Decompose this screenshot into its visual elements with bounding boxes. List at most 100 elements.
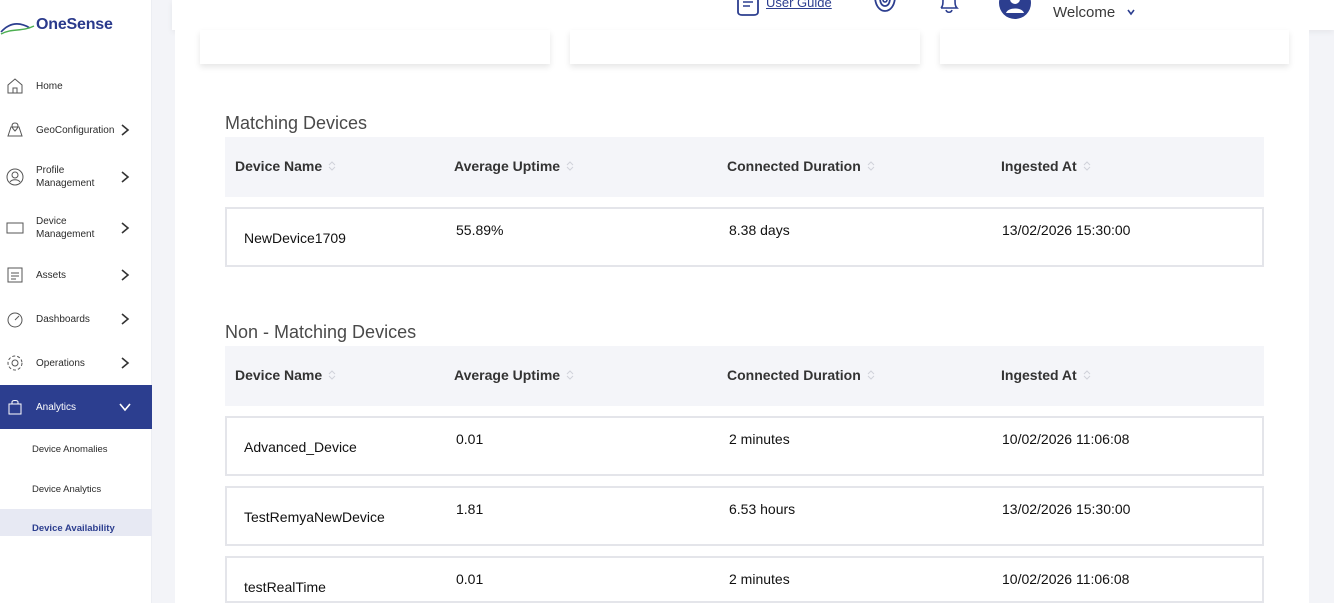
chevron-right-icon [121,222,130,234]
signal-icon[interactable] [872,0,898,14]
sidebar-item-device-management[interactable]: Device Management [0,208,152,248]
sidebar-subitem-device-anomalies[interactable]: Device Anomalies [0,436,152,462]
column-header-connected-duration[interactable]: Connected Duration [727,158,875,174]
cell-average-uptime: 55.89% [456,222,504,238]
table-row[interactable]: testRealTime 0.01 2 minutes 10/02/2026 1… [225,556,1264,603]
sidebar-subitem-label: Device Availability [32,523,115,534]
sidebar-subitem-device-analytics[interactable]: Device Analytics [0,476,152,502]
sort-icon [1083,161,1091,171]
user-guide-link[interactable]: User Guide [766,0,832,10]
column-header-ingested-at[interactable]: Ingested At [1001,367,1091,383]
matching-devices-title: Matching Devices [225,113,368,133]
table-row[interactable]: TestRemyaNewDevice 1.81 6.53 hours 13/02… [225,486,1264,546]
cell-device-name: testRealTime [244,579,326,595]
sort-icon [566,370,574,380]
user-circle-icon [6,168,24,186]
cell-ingested-at: 13/02/2026 15:30:00 [1002,501,1131,517]
sidebar-item-label: Profile Management [36,165,95,189]
cell-device-name: NewDevice1709 [244,230,346,246]
sidebar-item-geoconfiguration[interactable]: GeoConfiguration [0,110,152,150]
sidebar-item-dashboards[interactable]: Dashboards [0,299,152,339]
sidebar-item-label: Operations [36,357,85,369]
cell-ingested-at: 13/02/2026 15:30:00 [1002,222,1131,238]
cell-ingested-at: 10/02/2026 11:06:08 [1002,571,1130,587]
column-header-label: Connected Duration [727,367,861,383]
summary-card [200,30,550,64]
device-icon [6,222,24,234]
sort-icon [867,370,875,380]
column-header-label: Average Uptime [454,367,561,383]
main-content: Matching Devices Device Name Average Upt… [175,30,1309,603]
bag-icon [8,400,22,415]
cell-average-uptime: 1.81 [456,501,484,517]
sidebar-item-label: Analytics [36,401,77,413]
sidebar-item-label: Home [36,80,63,92]
cell-connected-duration: 8.38 days [729,222,790,238]
sidebar-subitem-label: Device Analytics [32,483,102,495]
chevron-right-icon [121,357,130,369]
gear-icon [7,355,23,371]
non-matching-devices-title: Non - Matching Devices [225,322,417,342]
column-header-label: Connected Duration [727,158,861,174]
chevron-right-icon [121,171,130,183]
sidebar-subitem-label: Device Anomalies [32,443,108,455]
matching-table-header: Device Name Average Uptime Connected Dur… [225,137,1264,197]
sidebar-item-profile-management[interactable]: Profile Management [0,157,152,197]
sidebar-item-operations[interactable]: Operations [0,343,152,383]
sort-icon [328,370,336,380]
column-header-average-uptime[interactable]: Average Uptime [454,158,574,174]
chevron-down-icon[interactable] [1126,7,1136,17]
summary-card [570,30,920,64]
cell-connected-duration: 2 minutes [729,431,790,447]
sidebar-subitem-device-availability[interactable]: Device Availability [0,509,152,536]
column-header-ingested-at[interactable]: Ingested At [1001,158,1091,174]
column-header-label: Ingested At [1001,158,1077,174]
user-avatar-icon[interactable] [998,0,1032,20]
column-header-connected-duration[interactable]: Connected Duration [727,367,875,383]
column-header-label: Average Uptime [454,158,561,174]
document-icon [737,0,759,16]
cell-device-name: Advanced_Device [244,439,357,455]
non-matching-table-header: Device Name Average Uptime Connected Dur… [225,346,1264,406]
sort-icon [328,161,336,171]
sidebar-item-home[interactable]: Home [0,66,152,106]
column-header-average-uptime[interactable]: Average Uptime [454,367,574,383]
sidebar-item-assets[interactable]: Assets [0,255,152,295]
chevron-right-icon [121,313,130,325]
bell-icon[interactable] [936,0,962,14]
cell-average-uptime: 0.01 [456,431,484,447]
sidebar-item-label: Dashboards [36,313,90,325]
summary-card [940,30,1289,64]
chevron-down-icon [119,403,131,412]
cell-connected-duration: 6.53 hours [729,501,796,517]
logo-swoosh-icon [0,23,35,35]
map-icon [7,122,23,137]
table-row[interactable]: Advanced_Device 0.01 2 minutes 10/02/202… [225,416,1264,476]
column-header-label: Ingested At [1001,367,1077,383]
chevron-right-icon [121,124,130,136]
top-header: User Guide Welcome [172,0,1334,30]
sidebar-item-analytics[interactable]: Analytics [0,385,152,429]
table-row[interactable]: NewDevice1709 55.89% 8.38 days 13/02/202… [225,207,1264,267]
column-header-device-name[interactable]: Device Name [235,158,336,174]
chevron-right-icon [121,269,130,281]
sidebar-item-label: Device Management [36,216,95,240]
sort-icon [566,161,574,171]
gauge-icon [7,312,23,328]
cell-connected-duration: 2 minutes [729,571,790,587]
sort-icon [1083,370,1091,380]
sidebar: OneSense Home GeoConfiguration Profile M… [0,0,152,603]
sidebar-item-label: Assets [36,269,67,281]
brand-name: OneSense [36,16,113,33]
home-icon [7,78,23,94]
column-header-label: Device Name [235,367,323,383]
cell-average-uptime: 0.01 [456,571,484,587]
brand-logo[interactable]: OneSense [0,12,152,42]
cell-ingested-at: 10/02/2026 11:06:08 [1002,431,1130,447]
assets-icon [7,267,23,283]
column-header-label: Device Name [235,158,323,174]
sort-icon [867,161,875,171]
cell-device-name: TestRemyaNewDevice [244,509,385,525]
welcome-menu[interactable]: Welcome [1053,4,1115,21]
column-header-device-name[interactable]: Device Name [235,367,336,383]
